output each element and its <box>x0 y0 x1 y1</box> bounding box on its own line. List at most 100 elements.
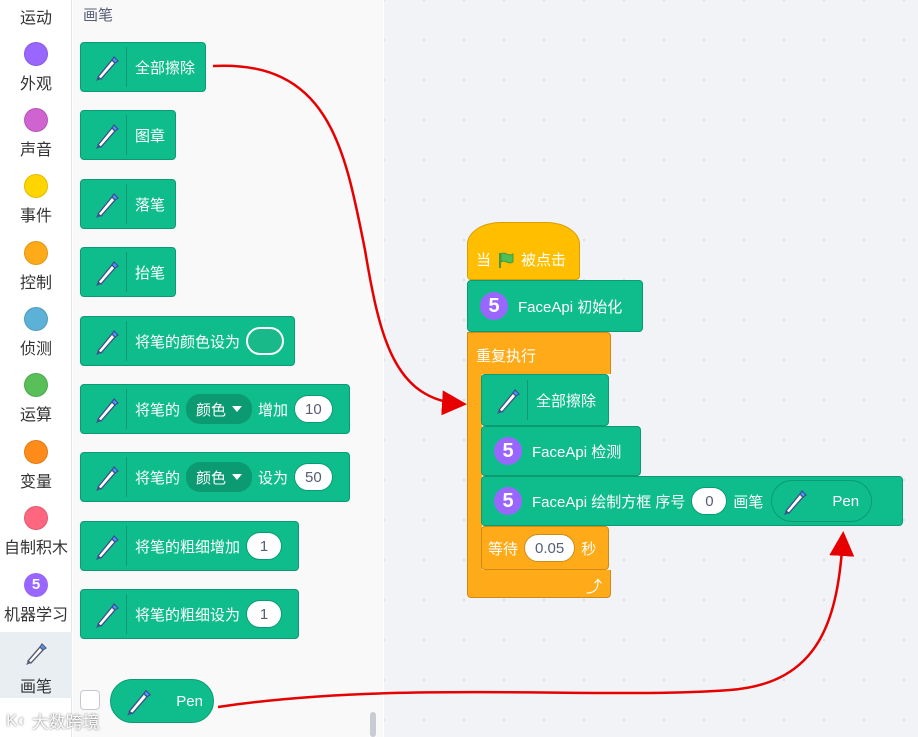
block-label: 设为 <box>258 469 289 487</box>
number-input[interactable]: 1 <box>246 532 283 560</box>
looks-dot-icon <box>24 42 48 66</box>
pen-icon <box>488 380 528 420</box>
operators-dot-icon <box>24 373 48 397</box>
block-label: 将笔的 <box>135 469 181 487</box>
block-label: 将笔的 <box>135 401 181 419</box>
watermark-logo-icon: K◐ <box>6 710 28 730</box>
pen-icon <box>784 490 808 515</box>
block-label: 重复执行 <box>476 348 537 365</box>
block-label: FaceApi 绘制方框 序号 <box>532 493 686 511</box>
category-sensing[interactable]: 侦测 <box>0 301 72 367</box>
block-set-pen-size[interactable]: 将笔的粗细设为 1 <box>80 589 300 639</box>
category-label: 自制积木 <box>3 540 68 557</box>
block-label: 抬笔 <box>135 264 166 282</box>
block-label: 全部擦除 <box>135 59 196 77</box>
pen-reporter-checkbox[interactable] <box>80 690 100 710</box>
number-input[interactable]: 1 <box>246 600 283 628</box>
block-set-pen-color[interactable]: 将笔的颜色设为 <box>80 316 296 366</box>
block-pen-up[interactable]: 抬笔 <box>80 247 177 297</box>
color-picker-input[interactable] <box>246 327 285 355</box>
pen-icon <box>87 526 127 566</box>
pen-icon <box>87 321 127 361</box>
faceapi-draw-box-block[interactable]: 5 FaceApi 绘制方框 序号 0 画笔 Pen <box>481 476 903 526</box>
category-machine-learning[interactable]: 5 机器学习 <box>0 567 72 633</box>
category-events[interactable]: 事件 <box>0 168 72 234</box>
dropdown-value: 颜色 <box>196 469 227 487</box>
category-menu: 运动 外观 声音 事件 控制 侦测 运算 变量 自制积木 5 机器学习 画笔 <box>0 0 72 737</box>
watermark: K◐ 大数跨境 <box>6 708 100 733</box>
category-label: 运算 <box>19 407 52 424</box>
ws-clear-block[interactable]: 全部擦除 <box>481 374 609 426</box>
reporter-label: Pen <box>176 692 203 710</box>
forever-block-arm <box>467 373 482 573</box>
pen-icon <box>87 47 127 87</box>
category-control[interactable]: 控制 <box>0 235 72 301</box>
block-label: 等待 <box>488 540 519 558</box>
number-input[interactable]: 50 <box>294 463 333 491</box>
dropdown-value: 颜色 <box>196 401 227 419</box>
forever-block[interactable]: 重复执行 <box>467 332 611 374</box>
block-label: 将笔的粗细设为 <box>135 606 241 624</box>
forever-block-bottom: ⤴ <box>467 570 611 598</box>
category-label: 事件 <box>19 208 52 225</box>
pen-param-dropdown[interactable]: 颜色 <box>186 394 253 424</box>
category-operators[interactable]: 运算 <box>0 367 72 433</box>
faceapi-detect-block[interactable]: 5 FaceApi 检测 <box>481 426 641 476</box>
ml-extension-icon: 5 <box>480 292 508 320</box>
loop-arrow-icon: ⤴ <box>585 579 602 596</box>
wait-block[interactable]: 等待 0.05 秒 <box>481 526 609 570</box>
category-label: 机器学习 <box>3 607 68 624</box>
pen-reporter-block[interactable]: Pen <box>110 679 214 723</box>
variables-dot-icon <box>24 440 48 464</box>
palette-scrollbar[interactable] <box>370 712 376 737</box>
category-sound[interactable]: 声音 <box>0 102 72 168</box>
pen-reporter-slot[interactable]: Pen <box>771 480 873 522</box>
category-label: 运动 <box>19 10 52 27</box>
control-dot-icon <box>24 241 48 265</box>
block-label: 画笔 <box>733 493 764 511</box>
sound-dot-icon <box>24 108 48 132</box>
block-label: 全部擦除 <box>536 392 597 410</box>
category-pen[interactable]: 画笔 <box>0 632 72 698</box>
pen-icon <box>127 689 152 716</box>
block-stamp[interactable]: 图章 <box>80 110 177 160</box>
pen-param-dropdown[interactable]: 颜色 <box>186 462 253 492</box>
reporter-label: Pen <box>832 492 860 510</box>
index-input[interactable]: 0 <box>691 487 728 515</box>
category-label: 画笔 <box>19 679 52 696</box>
green-flag-icon <box>499 252 514 268</box>
sensing-dot-icon <box>24 307 48 331</box>
when-flag-clicked-block[interactable]: 当 被点击 <box>467 222 580 280</box>
script-workspace[interactable] <box>384 0 918 737</box>
block-pen-down[interactable]: 落笔 <box>80 179 177 229</box>
my-blocks-dot-icon <box>24 506 48 530</box>
block-label: FaceApi 初始化 <box>518 298 623 316</box>
pen-icon <box>87 184 127 224</box>
block-label: 将笔的颜色设为 <box>135 333 241 351</box>
block-label: 秒 <box>581 540 597 558</box>
hat-label: 当 <box>476 252 492 269</box>
category-my-blocks[interactable]: 自制积木 <box>0 500 72 566</box>
category-label: 侦测 <box>19 341 52 358</box>
block-change-pen-size[interactable]: 将笔的粗细增加 1 <box>80 521 300 571</box>
block-clear[interactable]: 全部擦除 <box>80 42 207 92</box>
wait-seconds-input[interactable]: 0.05 <box>524 534 576 562</box>
ml-badge-icon: 5 <box>24 573 48 597</box>
ml-extension-icon: 5 <box>494 487 522 515</box>
block-change-pen-param[interactable]: 将笔的 颜色 增加 10 <box>80 384 350 434</box>
category-looks[interactable]: 外观 <box>0 36 72 102</box>
pen-icon <box>87 389 127 429</box>
block-set-pen-param[interactable]: 将笔的 颜色 设为 50 <box>80 452 350 502</box>
category-label: 控制 <box>19 275 52 292</box>
pen-icon <box>87 252 127 292</box>
events-dot-icon <box>24 174 48 198</box>
ml-extension-icon: 5 <box>494 437 522 465</box>
category-variables[interactable]: 变量 <box>0 434 72 500</box>
faceapi-init-block[interactable]: 5 FaceApi 初始化 <box>467 280 643 332</box>
watermark-text: 大数跨境 <box>31 713 100 732</box>
number-input[interactable]: 10 <box>294 395 333 423</box>
pen-icon <box>26 643 47 665</box>
block-label: 落笔 <box>135 196 166 214</box>
block-label: 图章 <box>135 127 166 145</box>
pen-icon <box>87 115 127 155</box>
